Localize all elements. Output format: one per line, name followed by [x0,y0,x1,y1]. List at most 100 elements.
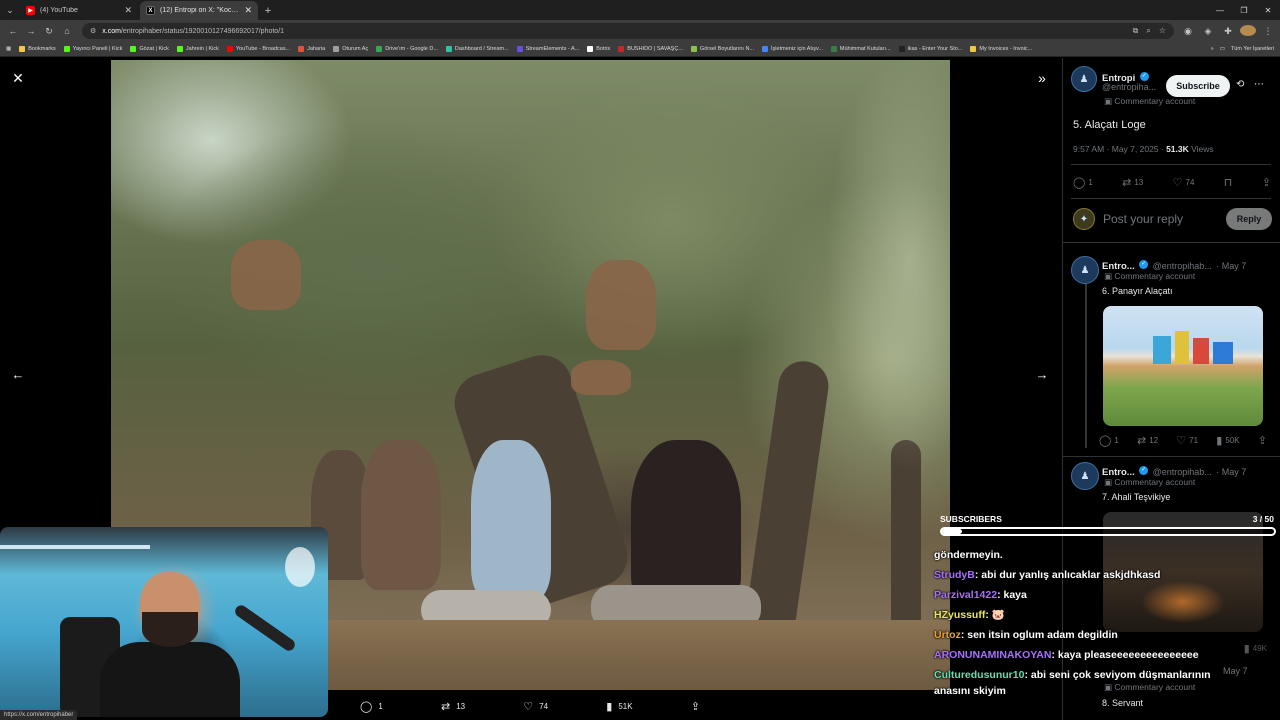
next-photo-icon[interactable]: → [1032,364,1052,384]
site-info-icon[interactable]: ⚙ [90,27,96,35]
previous-photo-icon[interactable]: ← [8,364,28,384]
repost-icon: ⇄ [440,700,451,713]
list-item[interactable]: ♟ Entro... ✓ @entropihab... · May 7 ▣ Co… [1063,254,1280,454]
repost-button[interactable]: ⇄ 13 [1122,176,1143,189]
bookmark-item[interactable]: Jahrein | Kick [176,46,219,52]
all-bookmarks[interactable]: » ▭ Tüm Yer İşaretleri [1211,46,1274,52]
bookmark-item[interactable]: StreamElements - A... [516,46,579,52]
chat-text: : kaya [997,589,1027,601]
analytics-icon: ▮ [606,700,613,713]
bookmark-item[interactable]: BUSHIDO | SAVAŞÇ... [618,46,683,52]
share-button[interactable]: ⇪ [1258,434,1267,447]
like-button[interactable]: ♡ 74 [523,700,548,713]
home-button[interactable]: ⌂ [58,22,76,40]
reply-button[interactable]: ◯ 1 [1073,176,1093,189]
bookmark-item[interactable]: Dashboard / Stream... [445,46,509,52]
author-handle[interactable]: @entropihab... [1153,467,1212,477]
bookmark-item[interactable]: Gözat | Kick [130,46,169,52]
bookmark-item[interactable]: Yayıncı Paneli | Kick [63,46,122,52]
close-viewer-icon[interactable]: ✕ [8,68,28,88]
forward-button[interactable]: → [22,22,40,40]
bookmark-item[interactable]: Jaharia [298,46,325,52]
minimize-icon[interactable]: — [1208,0,1232,20]
tab-x-post[interactable]: X (12) Entropi on X: "Kocası vatan ✕ [140,1,258,20]
close-tab-icon[interactable]: ✕ [124,5,132,16]
extension-icon[interactable]: ◈ [1200,26,1216,37]
back-button[interactable]: ← [4,22,22,40]
author-handle[interactable]: @entropihab... [1153,261,1212,271]
chat-text: göndermeyin. [934,549,1003,561]
share-button[interactable]: ⇪ [691,700,700,713]
bookmark-item[interactable]: My Invoices - Invoic... [970,46,1032,52]
install-app-icon[interactable]: ⧉ [1133,26,1139,36]
bookmark-label: İşletmeniz için Alışv... [771,46,823,52]
avatar[interactable]: ♟ [1071,66,1097,92]
expand-sidebar-icon[interactable]: » [1032,68,1052,88]
apps-grid-icon[interactable]: ▦ [6,46,11,52]
bookmark-star-icon[interactable]: ☆ [1159,26,1166,36]
more-options-icon[interactable]: ⋯ [1254,79,1264,90]
bookmark-label: Botrix [596,46,611,52]
bookmark-item[interactable]: Görsel Boyutlarını N... [690,46,755,52]
reply-submit-button[interactable]: Reply [1226,208,1272,230]
reload-button[interactable]: ↻ [40,22,58,40]
bookmark-item[interactable]: Mühimmat Kutuları... [830,46,891,52]
bookmark-item[interactable]: Bookmarks [19,46,56,52]
heart-icon: ♡ [1176,435,1187,447]
browser-menu-icon[interactable]: ⋮ [1260,26,1276,37]
repost-count: 13 [456,701,466,711]
new-tab-button[interactable]: + [260,1,276,20]
chat-username: Urtoz [934,629,961,641]
reply-button[interactable]: ◯ 1 [1099,434,1119,447]
bookmark-label: Dashboard / Stream... [454,46,509,52]
bookmark-item[interactable]: Botrix [587,46,610,52]
reply-date[interactable]: · May 7 [1216,261,1246,271]
streamer-webcam [0,527,328,717]
post-time[interactable]: 9:57 AM · May 7, 2025 · [1073,144,1166,154]
tab-search-icon[interactable]: ⌄ [0,0,20,20]
bookmark-item[interactable]: YouTube - Broadcas... [226,46,290,52]
extensions-puzzle-icon[interactable]: ✚ [1220,26,1236,37]
bookmark-item[interactable]: Oturum Aç [333,46,368,52]
views-button[interactable]: ▮ 50K [1216,434,1239,447]
bookmark-button[interactable]: ⊓ [1224,176,1233,189]
share-button[interactable]: ⇪ [1262,176,1271,189]
url-host: x.com [102,27,121,35]
like-button[interactable]: ♡ 74 [1173,176,1195,189]
grok-icon[interactable]: ⟲ [1236,79,1244,90]
bookmark-label: Görsel Boyutlarını N... [699,46,755,52]
reply-date[interactable]: · May 7 [1216,467,1246,477]
chat-username: HZyussuff [934,609,986,621]
x-icon: X [146,6,155,15]
address-bar[interactable]: ⚙ x.com /entropihaber/status/19200101274… [82,23,1174,39]
zoom-icon[interactable]: ⌕ [1146,26,1150,36]
bookmark-item[interactable]: ikas - Enter Your Sto... [898,46,962,52]
author-handle[interactable]: @entropiha... [1102,82,1156,92]
reply-button[interactable]: ◯ 1 [360,700,383,713]
extension-icon[interactable]: ◉ [1180,26,1196,37]
views-button[interactable]: ▮ 51K [606,700,632,713]
subscribe-button[interactable]: Subscribe [1166,75,1230,97]
repost-count: 13 [1134,177,1144,187]
repost-button[interactable]: ⇄ 13 [441,700,465,713]
like-button[interactable]: ♡ 71 [1176,434,1198,447]
reply-image[interactable] [1103,306,1263,426]
reply-input[interactable]: Post your reply [1103,212,1183,226]
bookmark-item[interactable]: Drive'ım - Google D... [376,46,438,52]
close-tab-icon[interactable]: ✕ [244,5,252,16]
views-button[interactable]: ▮ 49K [1244,642,1267,655]
bookmark-favicon-icon [830,46,837,52]
close-window-icon[interactable]: ✕ [1256,0,1280,20]
avatar[interactable]: ♟ [1071,256,1099,284]
more-bookmarks-icon[interactable]: » [1211,46,1214,52]
share-icon: ⇪ [690,700,700,713]
repost-button[interactable]: ⇄ 12 [1137,434,1158,447]
tab-youtube[interactable]: ▶ (4) YouTube ✕ [20,1,138,20]
avatar[interactable]: ♟ [1071,462,1099,490]
avatar[interactable] [1240,24,1256,38]
analytics-icon: ▮ [1243,643,1250,655]
bookmark-item[interactable]: İşletmeniz için Alışv... [762,46,823,52]
restore-icon[interactable]: ❐ [1232,0,1256,20]
chat-text: : 🐷 [985,609,1005,621]
bookmark-favicon-icon [690,46,697,52]
